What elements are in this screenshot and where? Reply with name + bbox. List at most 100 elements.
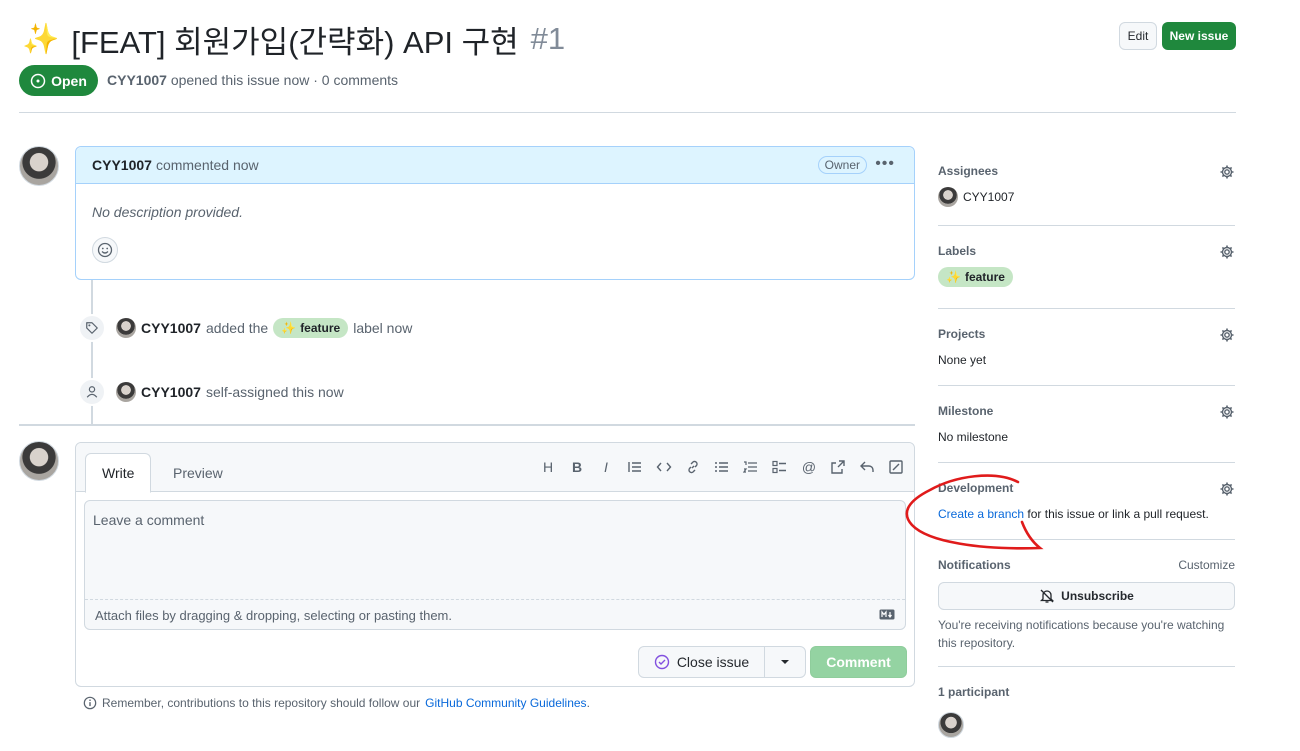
avatar[interactable] <box>19 441 59 481</box>
divider <box>19 112 1236 113</box>
status-label: Open <box>51 72 87 89</box>
assignee-item[interactable]: CYY1007 <box>938 187 1235 207</box>
gear-icon[interactable] <box>1219 327 1235 343</box>
close-issue-label: Close issue <box>676 654 750 670</box>
smiley-icon <box>97 242 113 258</box>
participant-avatar[interactable] <box>938 712 964 738</box>
mention-icon[interactable]: @ <box>801 458 817 476</box>
divider <box>938 225 1235 226</box>
label-feature-text: feature <box>964 270 1005 284</box>
issue-title-text: [FEAT] 회원가입(간략화) API 구현 <box>71 24 519 60</box>
sidebar-projects: Projects None yet <box>938 327 1235 367</box>
projects-value: None yet <box>938 353 987 367</box>
editor-tabs: Write Preview H B I @ <box>76 443 914 493</box>
comment-author[interactable]: CYY1007 <box>92 157 152 173</box>
fullscreen-icon[interactable] <box>888 458 904 476</box>
sidebar-assignees: Assignees CYY1007 <box>938 164 1235 207</box>
comment-input[interactable] <box>85 501 905 600</box>
avatar[interactable] <box>116 318 136 338</box>
tag-icon <box>78 314 106 342</box>
markdown-icon <box>879 609 895 620</box>
label-feature[interactable]: ✨ feature <box>938 267 1013 287</box>
issue-title: ✨ [FEAT] 회원가입(간략화) API 구현 #1 <box>22 16 565 62</box>
ordered-list-icon[interactable] <box>743 458 759 476</box>
customize-link[interactable]: Customize <box>1178 558 1235 572</box>
gear-icon[interactable] <box>1219 164 1235 180</box>
gear-icon[interactable] <box>1219 481 1235 497</box>
triangle-down-icon <box>781 660 789 664</box>
timeline-label-event: CYY1007 added the ✨ feature label now <box>116 318 412 338</box>
event-author[interactable]: CYY1007 <box>141 384 201 400</box>
sparkle-emoji: ✨ <box>946 270 961 284</box>
guidelines-text: Remember, contributions to this reposito… <box>102 696 421 710</box>
link-icon[interactable] <box>685 458 701 476</box>
sidebar-development: Development Create a branch for this iss… <box>938 481 1235 526</box>
development-text: for this issue or link a pull request. <box>1027 507 1209 521</box>
guidelines-link[interactable]: GitHub Community Guidelines <box>425 696 586 710</box>
comment-editor: Write Preview H B I @ Attach files by dr… <box>75 442 915 687</box>
participants-title: 1 participant <box>938 685 1010 699</box>
guidelines-note: Remember, contributions to this reposito… <box>83 696 590 710</box>
comment-header: CYY1007 commented now <box>76 147 914 184</box>
italic-icon[interactable]: I <box>598 458 614 476</box>
sidebar-milestone-title: Milestone <box>938 404 994 418</box>
avatar <box>938 187 958 207</box>
reply-icon[interactable] <box>859 458 875 476</box>
tab-preview[interactable]: Preview <box>157 453 239 492</box>
sidebar-assignees-title: Assignees <box>938 164 999 178</box>
kebab-menu-icon[interactable]: ••• <box>875 155 895 173</box>
gear-icon[interactable] <box>1219 404 1235 420</box>
avatar[interactable] <box>116 382 136 402</box>
event-text: self-assigned this now <box>205 384 344 400</box>
label-feature[interactable]: ✨ feature <box>273 318 349 338</box>
issue-meta-text: opened this issue now · 0 comments <box>170 72 399 88</box>
divider <box>938 539 1235 540</box>
attach-files-hint[interactable]: Attach files by dragging & dropping, sel… <box>95 608 452 623</box>
sidebar-labels-title: Labels <box>938 244 977 258</box>
notification-reason: You're receiving notifications because y… <box>938 618 1225 650</box>
new-issue-button[interactable]: New issue <box>1162 22 1236 50</box>
owner-badge: Owner <box>817 156 867 174</box>
issue-comment: CYY1007 commented now Owner ••• No descr… <box>75 146 915 280</box>
divider <box>938 308 1235 309</box>
comment-textarea-container: Attach files by dragging & dropping, sel… <box>84 500 906 630</box>
guidelines-end: . <box>586 696 590 710</box>
author-link[interactable]: CYY1007 <box>107 72 167 88</box>
divider <box>19 424 915 426</box>
divider <box>938 462 1235 463</box>
code-icon[interactable] <box>656 458 672 476</box>
quote-icon[interactable] <box>627 458 643 476</box>
bell-slash-icon <box>1040 589 1055 603</box>
info-icon <box>83 696 97 710</box>
assignee-name: CYY1007 <box>963 190 1015 204</box>
unordered-list-icon[interactable] <box>714 458 730 476</box>
create-branch-link[interactable]: Create a branch <box>938 507 1024 521</box>
comment-button[interactable]: Comment <box>810 646 907 678</box>
status-badge: Open <box>19 65 98 96</box>
avatar[interactable] <box>19 146 59 186</box>
cross-reference-icon[interactable] <box>830 458 846 476</box>
add-reaction-button[interactable] <box>92 237 118 263</box>
task-list-icon[interactable] <box>772 458 788 476</box>
tab-write[interactable]: Write <box>85 453 152 493</box>
unsubscribe-button[interactable]: Unsubscribe <box>938 582 1235 610</box>
milestone-value: No milestone <box>938 430 1009 444</box>
heading-icon[interactable]: H <box>540 458 556 476</box>
event-text: added the <box>205 320 269 336</box>
close-issue-button[interactable]: Close issue <box>638 646 765 678</box>
edit-button[interactable]: Edit <box>1119 22 1157 50</box>
sparkle-emoji: ✨ <box>281 321 297 335</box>
divider <box>938 385 1235 386</box>
unsubscribe-label: Unsubscribe <box>1061 589 1134 603</box>
issue-number: #1 <box>530 21 566 56</box>
comment-body: No description provided. <box>92 204 243 220</box>
close-issue-options-button[interactable] <box>764 646 806 678</box>
gear-icon[interactable] <box>1219 244 1235 260</box>
issue-meta: CYY1007 opened this issue now · 0 commen… <box>107 72 398 88</box>
divider <box>938 666 1235 667</box>
label-feature-text: feature <box>300 321 341 335</box>
event-author[interactable]: CYY1007 <box>141 320 201 336</box>
person-icon <box>78 378 106 406</box>
bold-icon[interactable]: B <box>569 458 585 476</box>
sidebar-labels: Labels ✨ feature <box>938 244 1235 290</box>
